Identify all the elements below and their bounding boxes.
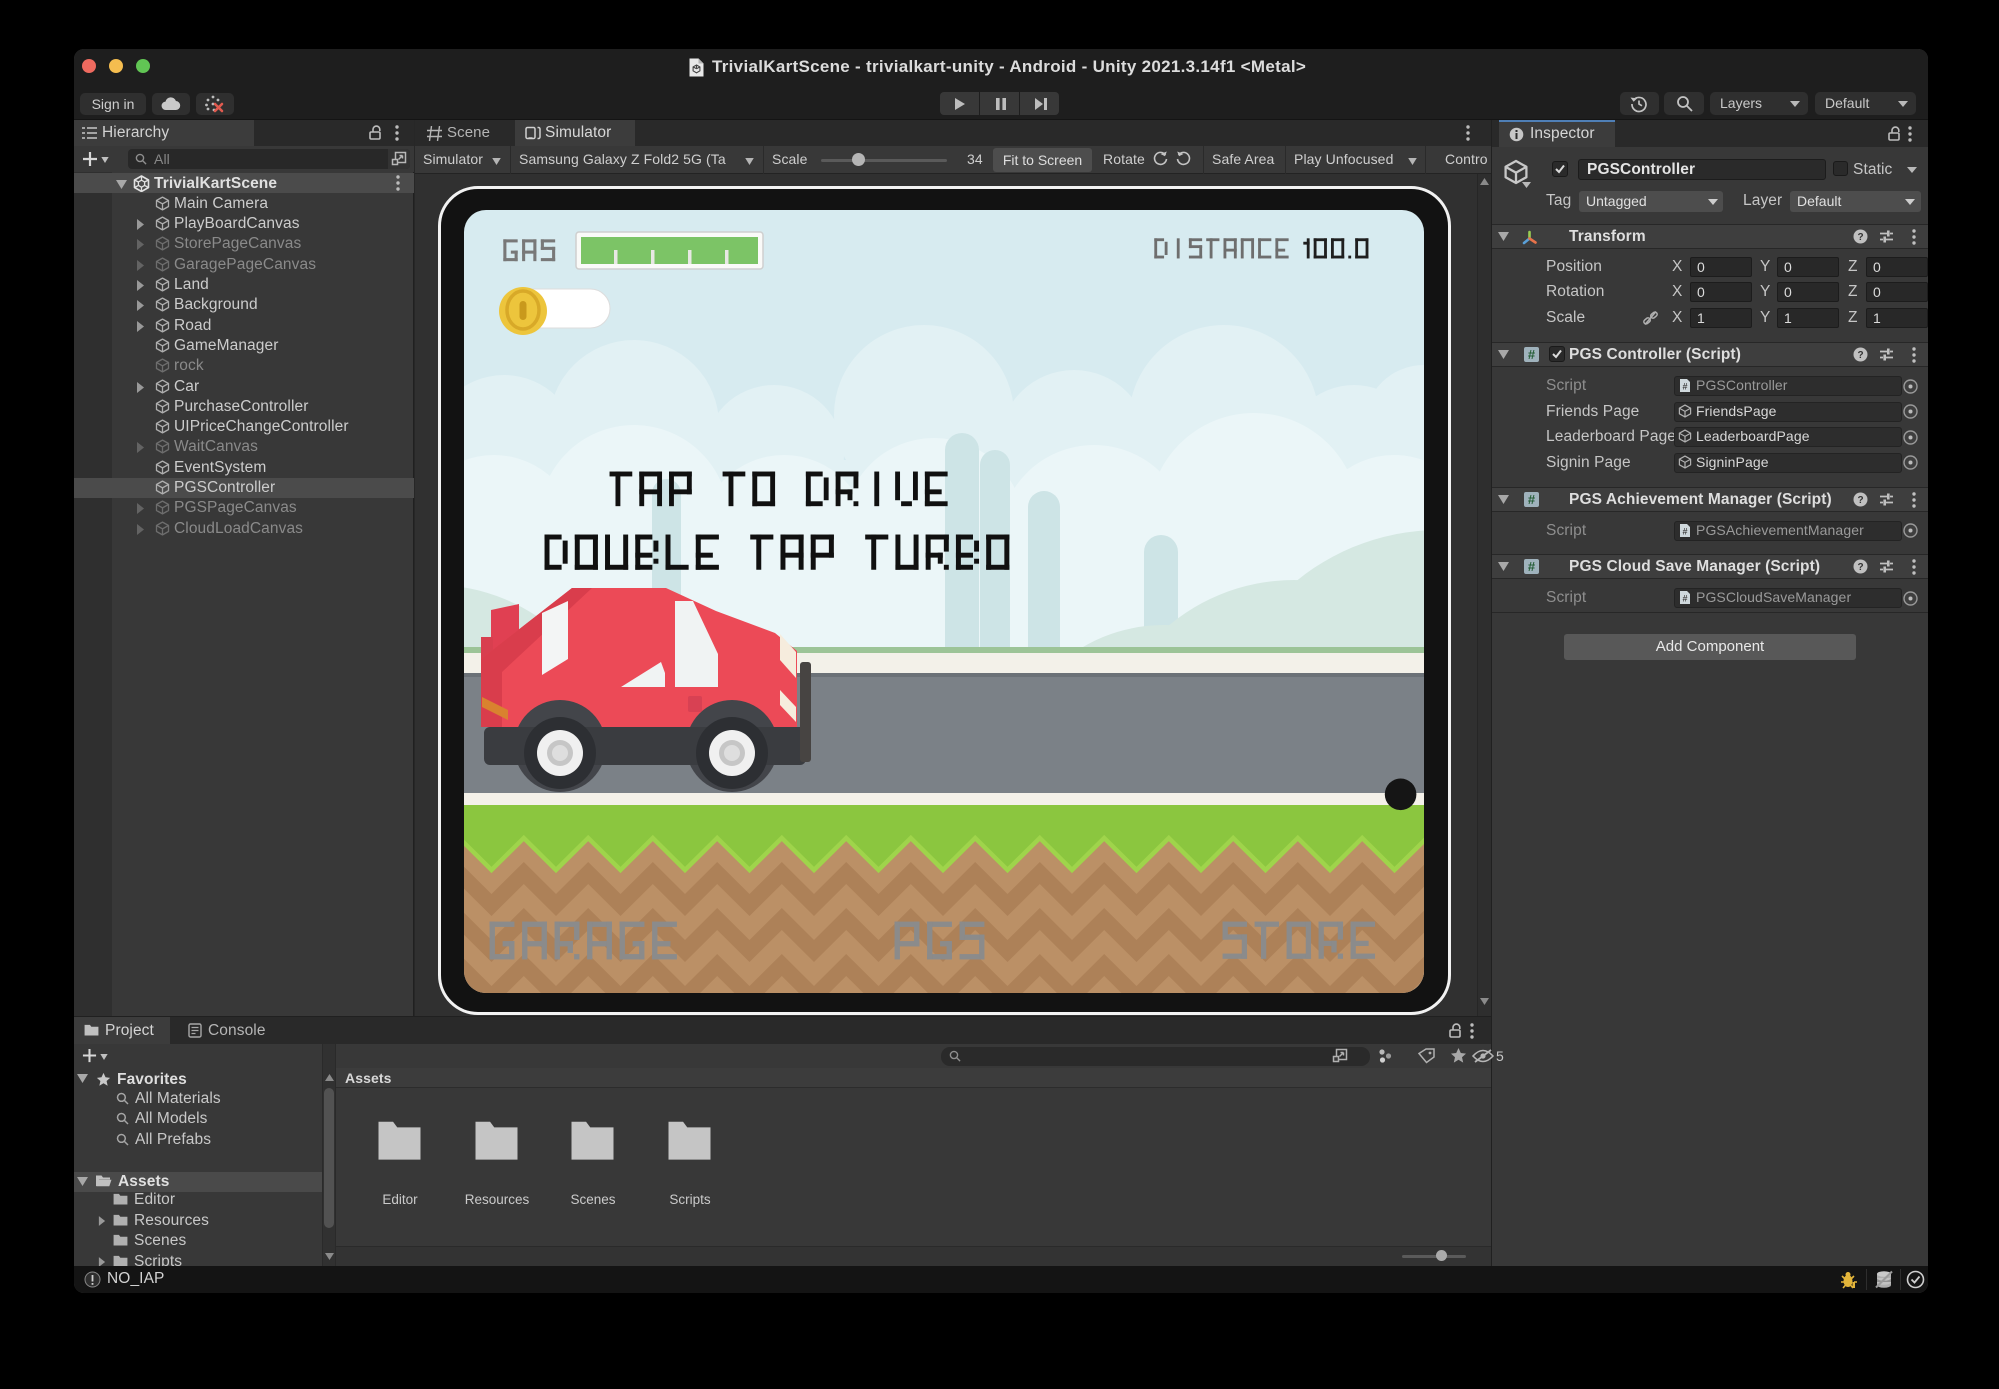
svg-text:#: # [1528,559,1536,574]
svg-text:?: ? [1857,562,1863,573]
svg-text:?: ? [1857,495,1863,506]
svg-text:#: # [1682,382,1687,392]
svg-text:#: # [1528,347,1536,362]
svg-text:?: ? [1857,232,1863,243]
svg-text:?: ? [1857,350,1863,361]
svg-text:#: # [1682,526,1687,536]
svg-text:#: # [1682,594,1687,604]
svg-text:#: # [1528,492,1536,507]
